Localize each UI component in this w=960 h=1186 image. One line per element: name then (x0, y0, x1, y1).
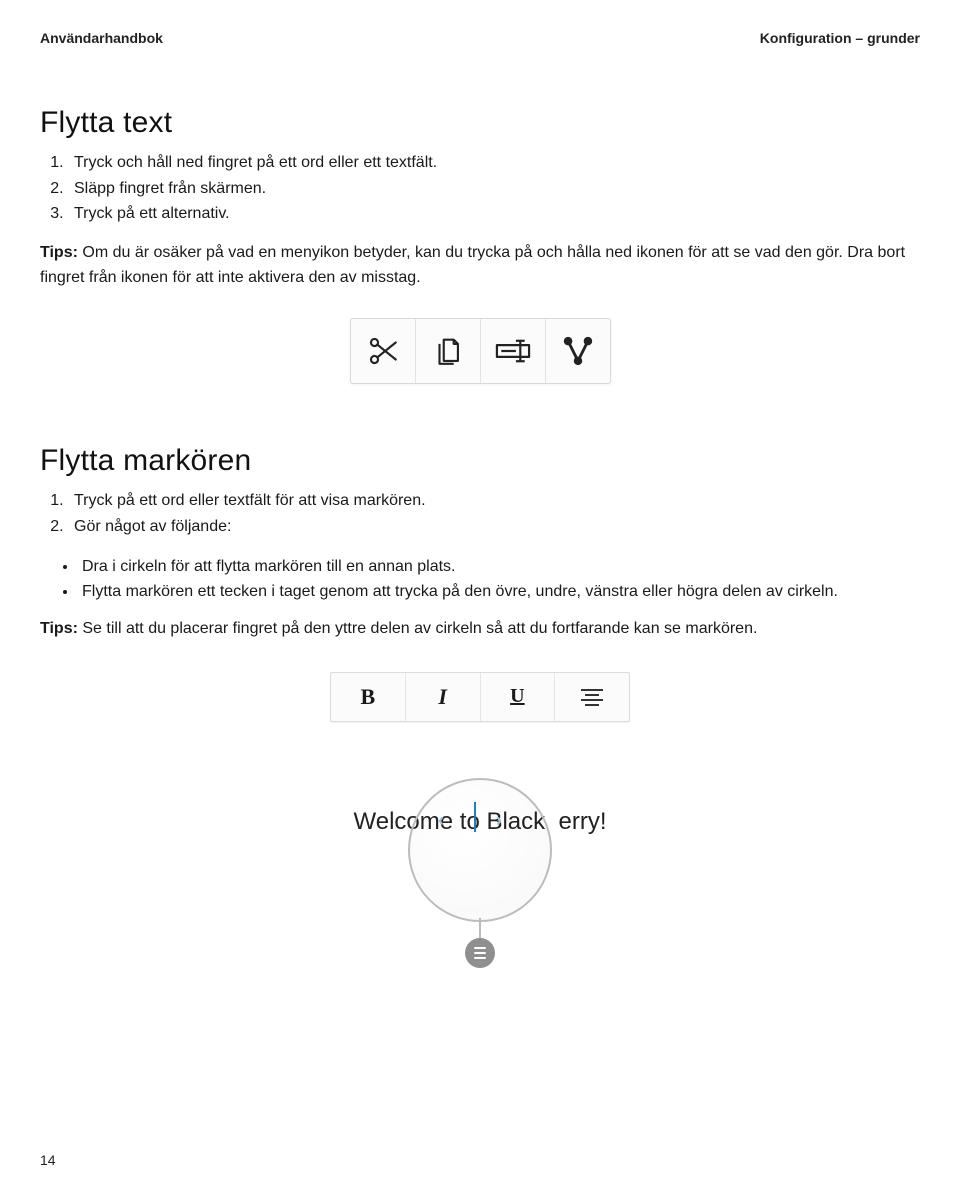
lense-handle-knob[interactable] (465, 938, 495, 968)
action-toolbar (350, 318, 611, 384)
step-item: Tryck på ett alternativ. (68, 201, 920, 227)
tip-label: Tips: (40, 620, 78, 637)
step-item: Tryck och håll ned fingret på ett ord el… (68, 150, 920, 176)
lense-handle-bar (479, 918, 481, 940)
bullet-item: Flytta markören ett tecken i taget genom… (78, 579, 920, 605)
toolbar-button-bold[interactable]: B (331, 673, 406, 721)
underline-icon: U (510, 685, 524, 708)
tip-text: Se till att du placerar fingret på den y… (78, 620, 757, 637)
align-icon (581, 688, 603, 706)
text-caret (474, 802, 476, 832)
sample-text-left: Welcome (354, 808, 454, 835)
tip-text: Om du är osäker på vad en menyikon betyd… (40, 244, 905, 286)
step-item: Gör något av följande: (68, 514, 920, 540)
header-right: Konfiguration – grunder (760, 30, 920, 46)
toolbar-button-rename[interactable] (481, 319, 546, 383)
toolbar-button-cut[interactable] (351, 319, 416, 383)
sample-text: Welcome to Black erry! (354, 808, 607, 836)
section-title-move-text: Flytta text (40, 106, 920, 140)
bold-icon: B (361, 684, 376, 710)
section-title-move-cursor: Flytta markören (40, 444, 920, 478)
sample-text-mid: to Black (460, 808, 545, 835)
steps-move-cursor: Tryck på ett ord eller textfält för att … (40, 488, 920, 539)
toolbar-button-share[interactable] (546, 319, 610, 383)
format-toolbar: B I U (330, 672, 630, 722)
share-icon (561, 334, 595, 368)
cut-icon (366, 334, 400, 368)
step-item: Tryck på ett ord eller textfält för att … (68, 488, 920, 514)
lense-circle[interactable] (408, 778, 552, 922)
header-left: Användarhandbok (40, 30, 163, 46)
rename-icon (494, 334, 532, 368)
toolbar-button-italic[interactable]: I (406, 673, 481, 721)
figure-cursor-lense: B I U Welcome to Black erry! ‹‹ (330, 672, 630, 978)
bullets-move-cursor: Dra i cirkeln för att flytta markören ti… (40, 554, 920, 605)
toolbar-button-copy[interactable] (416, 319, 481, 383)
step-item: Släpp fingret från skärmen. (68, 176, 920, 202)
document-page: Användarhandbok Konfiguration – grunder … (0, 0, 960, 1186)
figure-toolbar-actions (40, 318, 920, 384)
tip-paragraph: Tips: Om du är osäker på vad en menyikon… (40, 241, 920, 291)
bullet-item: Dra i cirkeln för att flytta markören ti… (78, 554, 920, 580)
toolbar-button-underline[interactable]: U (481, 673, 556, 721)
italic-icon: I (438, 684, 447, 710)
steps-move-text: Tryck och håll ned fingret på ett ord el… (40, 150, 920, 227)
sample-text-right: erry! (558, 808, 606, 835)
page-header: Användarhandbok Konfiguration – grunder (40, 30, 920, 46)
page-number: 14 (40, 1152, 56, 1168)
tip-paragraph-2: Tips: Se till att du placerar fingret på… (40, 617, 920, 642)
cursor-lense: Welcome to Black erry! ‹‹ ›› (330, 758, 630, 978)
copy-icon (431, 334, 465, 368)
tip-label: Tips: (40, 244, 78, 261)
toolbar-button-align[interactable] (555, 673, 629, 721)
